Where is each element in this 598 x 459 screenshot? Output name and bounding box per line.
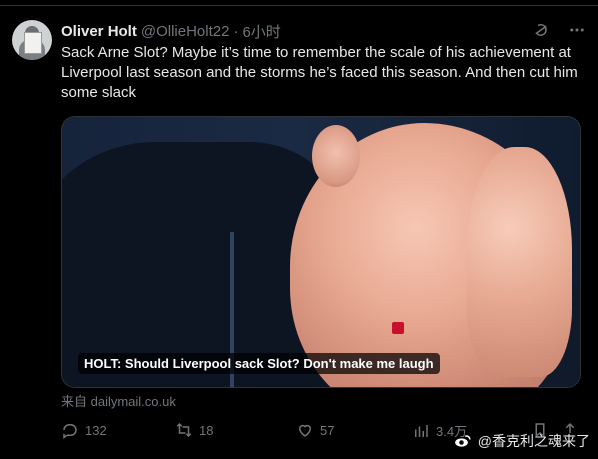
retweet-button[interactable]: 18 bbox=[175, 421, 213, 439]
retweet-count: 18 bbox=[199, 422, 214, 438]
author-handle[interactable]: @OllieHolt22 bbox=[141, 23, 230, 40]
tweet-media-card[interactable]: HOLT: Should Liverpool sack Slot? Don't … bbox=[61, 116, 581, 388]
weibo-watermark: @香克利之魂来了 bbox=[454, 431, 590, 451]
like-count: 57 bbox=[320, 422, 335, 438]
photo-ear bbox=[312, 125, 360, 187]
avatar-paper-shape bbox=[24, 32, 42, 54]
reply-button[interactable]: 132 bbox=[61, 421, 107, 439]
retweet-icon bbox=[175, 421, 193, 439]
weibo-logo-icon bbox=[454, 434, 472, 448]
more-icon[interactable] bbox=[568, 21, 586, 39]
photo-pin bbox=[392, 322, 404, 334]
watermark-text: @香克利之魂来了 bbox=[477, 433, 590, 449]
views-icon bbox=[412, 422, 430, 440]
reply-icon bbox=[61, 421, 79, 439]
reply-count: 132 bbox=[85, 422, 107, 438]
like-icon bbox=[296, 421, 314, 439]
like-button[interactable]: 57 bbox=[296, 421, 334, 439]
grok-icon[interactable] bbox=[532, 21, 550, 39]
media-caption: HOLT: Should Liverpool sack Slot? Don't … bbox=[78, 353, 440, 374]
tweet-text: Sack Arne Slot? Maybe it’s time to remem… bbox=[61, 44, 578, 101]
tweet-time[interactable]: 6小时 bbox=[242, 21, 280, 42]
top-divider bbox=[0, 5, 598, 6]
author-avatar[interactable] bbox=[12, 20, 52, 60]
tweet-header: Oliver Holt @OllieHolt22 · 6小时 bbox=[61, 20, 586, 42]
link-source[interactable]: 来自 dailymail.co.uk bbox=[61, 391, 176, 410]
header-actions bbox=[532, 21, 586, 39]
author-name[interactable]: Oliver Holt bbox=[61, 23, 137, 40]
header-separator: · bbox=[233, 22, 239, 40]
photo-hand bbox=[467, 147, 572, 377]
